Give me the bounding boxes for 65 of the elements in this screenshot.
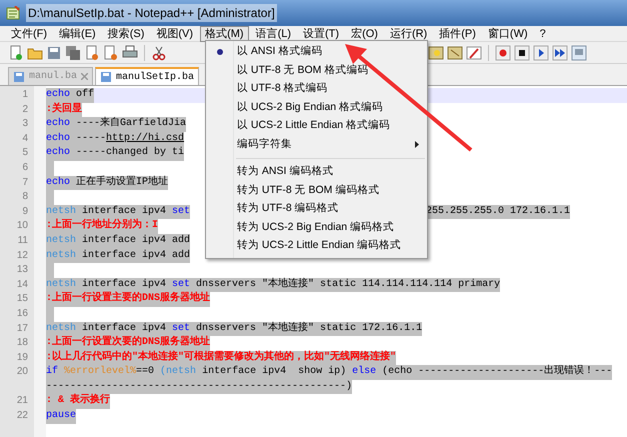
menu-item[interactable]: 转为 ANSI 编码格式	[206, 163, 427, 182]
menu-item[interactable]: 转为 UCS-2 Big Endian 编码格式	[206, 218, 427, 237]
menu-item[interactable]: 转为 UTF-8 无 BOM 编码格式	[206, 182, 427, 200]
line-number: 22	[16, 409, 29, 424]
line-number: 18	[16, 336, 29, 350]
menu-item[interactable]: 以 ANSI 格式编码	[206, 43, 427, 62]
notepad-app-icon	[6, 6, 20, 20]
menu-item[interactable]: 以 UTF-8 无 BOM 格式编码	[206, 62, 427, 80]
play-icon[interactable]	[533, 44, 549, 60]
menu-item[interactable]: 以 UCS-2 Big Endian 格式编码	[206, 98, 427, 117]
line-number: 17	[16, 322, 29, 336]
save-status-icon	[13, 70, 25, 82]
line-number: 20	[16, 365, 29, 380]
menu-item[interactable]: 编码字符集	[206, 136, 427, 154]
menu-bar-item[interactable]: 搜索(S)	[102, 26, 150, 42]
new-file-icon[interactable]	[8, 44, 24, 60]
menu-item[interactable]: 以 UCS-2 Little Endian 格式编码	[206, 117, 427, 136]
window-title: D:\manulSetIp.bat - Notepad++ [Administrator]	[26, 4, 277, 22]
pencil-icon[interactable]	[466, 44, 482, 60]
line-number: 2	[21, 102, 29, 117]
line-number: 3	[21, 117, 29, 132]
close-file-icon[interactable]	[84, 44, 100, 60]
menu-bar-item[interactable]: 文件(F)	[6, 26, 52, 42]
menu-bar-item[interactable]: 运行(R)	[384, 26, 432, 42]
save-status-icon	[100, 71, 112, 83]
fast-forward-icon[interactable]	[552, 44, 568, 60]
line-number: 19	[16, 350, 29, 365]
print-icon[interactable]	[122, 44, 138, 60]
save-macro-icon[interactable]	[571, 44, 587, 60]
record-icon[interactable]	[495, 44, 511, 60]
close-all-icon[interactable]	[103, 44, 119, 60]
line-number: 1	[21, 88, 29, 102]
line-number: 8	[21, 190, 29, 204]
menu-bar-item[interactable]: 窗口(W)	[482, 26, 533, 42]
line-number: 14	[16, 278, 29, 292]
save-icon[interactable]	[46, 44, 62, 60]
line-number: 4	[21, 132, 29, 146]
line-number: 12	[16, 248, 29, 263]
menu-bar-item[interactable]: 插件(P)	[434, 26, 481, 42]
stop-icon[interactable]	[514, 44, 530, 60]
menu-item[interactable]: 转为 UCS-2 Little Endian 编码格式	[206, 237, 427, 256]
line-number: 21	[16, 394, 29, 408]
menu-bar-item[interactable]: 设置(T)	[298, 26, 344, 42]
line-number: 7	[21, 176, 29, 190]
line-number: 16	[16, 306, 29, 321]
scissors-icon[interactable]	[151, 44, 167, 60]
line-number: 15	[16, 292, 29, 306]
line-number: 6	[21, 160, 29, 175]
line-number: 9	[21, 204, 29, 219]
line-number: 10	[16, 219, 29, 234]
document-map-icon[interactable]	[447, 44, 463, 60]
line-number: 13	[16, 263, 29, 278]
line-number: 5	[21, 146, 29, 160]
menu-bar-item[interactable]: 语言(L)	[250, 26, 296, 42]
folder-icon[interactable]	[428, 44, 444, 60]
menu-item[interactable]: 以 UTF-8 格式编码	[206, 80, 427, 98]
save-all-icon[interactable]	[65, 44, 81, 60]
file-tab[interactable]: manulSetIp.ba	[95, 67, 200, 85]
menu-bar-item[interactable]: 宏(O)	[346, 26, 383, 42]
submenu-arrow-icon	[415, 141, 419, 148]
line-number: 11	[16, 234, 29, 248]
menu-bar-item[interactable]: 视图(V)	[151, 26, 198, 42]
menu-bar-item[interactable]: 编辑(E)	[54, 26, 101, 42]
menu-item[interactable]: 转为 UTF-8 编码格式	[206, 200, 427, 218]
menu-bar-item[interactable]: ?	[534, 26, 551, 42]
